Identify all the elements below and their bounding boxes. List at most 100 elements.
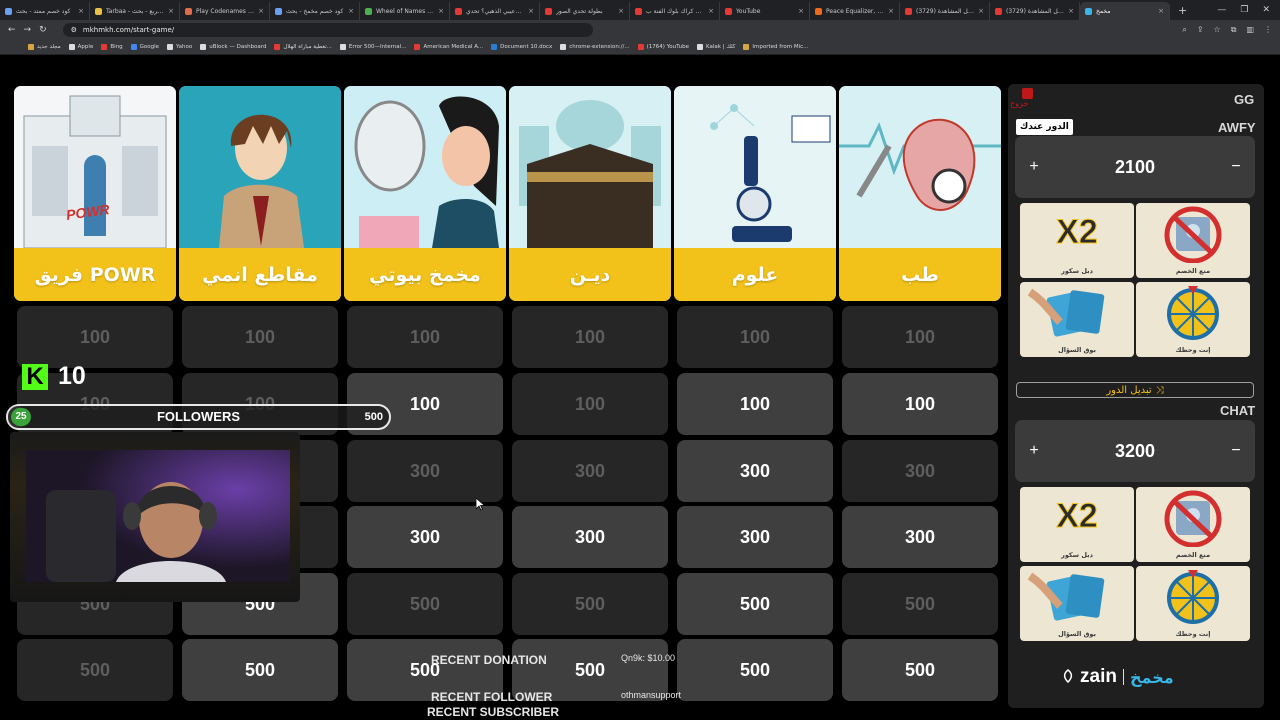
- team-1-score: 2100: [1114, 156, 1156, 177]
- browser-tab[interactable]: Tarbaa - لربع - بحث - Goo ×: [90, 2, 180, 20]
- minimize-icon[interactable]: —: [1217, 5, 1226, 15]
- tab-favicon-icon: [905, 7, 912, 15]
- browser-tab[interactable]: Peace Equalizer, interfa ×: [810, 2, 900, 20]
- swap-icon: ⤨: [1155, 384, 1164, 396]
- browser-tab[interactable]: YouTube ×: [720, 2, 810, 20]
- tab-close-icon[interactable]: ×: [1068, 7, 1074, 15]
- browser-tab[interactable]: (3729) سجل المشاهدة ×: [900, 2, 990, 20]
- tab-close-icon[interactable]: ×: [798, 7, 804, 15]
- sidebar-icon[interactable]: ▥: [1246, 25, 1254, 35]
- question-cell[interactable]: 100: [677, 373, 833, 435]
- zoom-icon[interactable]: ⌕: [1182, 25, 1186, 35]
- team-2-plus-button[interactable]: +: [1025, 442, 1043, 460]
- question-cell[interactable]: 500: [677, 639, 833, 701]
- power-x2-button[interactable]: X2 دبل سكور: [1020, 487, 1134, 562]
- browser-tab[interactable]: كود خصم ممتد - بحث ×: [0, 2, 90, 20]
- tab-close-icon[interactable]: ×: [618, 7, 624, 15]
- power-art-text: X2: [1056, 213, 1099, 252]
- bookmark-label: (1764) YouTube: [646, 43, 690, 50]
- tab-favicon-icon: [1085, 7, 1092, 15]
- browser-tab[interactable]: Play Codenames Online ×: [180, 2, 270, 20]
- maximize-icon[interactable]: ❐: [1240, 5, 1248, 15]
- question-cell[interactable]: 300: [677, 506, 833, 568]
- question-cell[interactable]: 300: [677, 440, 833, 502]
- bookmark-item[interactable]: uBlock — Dashboard: [200, 43, 267, 50]
- browser-tab[interactable]: مخمخ ×: [1080, 2, 1170, 20]
- swap-turn-label: تبديل الدور: [1106, 384, 1152, 396]
- power-block-button[interactable]: منع الخصم: [1136, 203, 1250, 278]
- mouse-cursor-icon: [475, 496, 486, 515]
- tab-close-icon[interactable]: ×: [258, 7, 264, 15]
- bookmark-item[interactable]: Google: [130, 43, 159, 50]
- browser-tab[interactable]: Wheel of Names | Rando ×: [360, 2, 450, 20]
- bookmark-star-icon[interactable]: ☆: [1214, 25, 1221, 35]
- bookmark-item[interactable]: Imported from Mic...: [743, 43, 808, 50]
- team-2-minus-button[interactable]: −: [1227, 442, 1245, 460]
- tab-close-icon[interactable]: ×: [978, 7, 984, 15]
- reload-icon[interactable]: ↻: [39, 25, 47, 35]
- tab-close-icon[interactable]: ×: [168, 7, 174, 15]
- question-cell[interactable]: 100: [842, 373, 998, 435]
- bookmark-label: Kalak | كلك: [706, 43, 736, 50]
- share-icon[interactable]: ⇪: [1197, 25, 1204, 35]
- browser-tab[interactable]: من هو لاعيبي الذهبي؟ تحدي ×: [450, 2, 540, 20]
- power-block-button[interactable]: منع الخصم: [1136, 487, 1250, 562]
- category-label: مخمخ بيوتي: [344, 248, 506, 301]
- team-1-plus-button[interactable]: +: [1025, 158, 1043, 176]
- sponsor-brand: zain مخمخ: [1062, 666, 1174, 688]
- power-steal-button[interactable]: بوق السؤال: [1020, 566, 1134, 641]
- tab-close-icon[interactable]: ×: [78, 7, 84, 15]
- question-cell: 100: [182, 306, 338, 368]
- bookmark-item[interactable]: Kalak | كلك: [697, 43, 736, 50]
- tab-close-icon[interactable]: ×: [348, 7, 354, 15]
- site-info-icon[interactable]: ⚙: [71, 26, 77, 34]
- browser-tab[interactable]: (3729) سجل المشاهدة ×: [990, 2, 1080, 20]
- tab-close-icon[interactable]: ×: [528, 7, 534, 15]
- bookmark-label: uBlock — Dashboard: [209, 43, 267, 50]
- app-root: كود خصم ممتد - بحث × Tarbaa - لربع - بحث -…: [0, 0, 1280, 720]
- bookmark-favicon-icon: [414, 43, 421, 50]
- tab-close-icon[interactable]: ×: [708, 7, 714, 15]
- close-window-icon[interactable]: ✕: [1262, 5, 1270, 15]
- power-label: منع الخصم: [1175, 551, 1211, 559]
- bookmark-item[interactable]: American Medical A...: [414, 43, 483, 50]
- question-cell: 500: [842, 573, 998, 635]
- browser-tab[interactable]: كود خصم مخمخ - بحث ×: [270, 2, 360, 20]
- bookmark-item[interactable]: Document 10.docx: [491, 43, 552, 50]
- bookmark-item[interactable]: Bing: [101, 43, 123, 50]
- browser-tab[interactable]: مانيل كراك بلوك الفنة ب ×: [630, 2, 720, 20]
- tab-close-icon[interactable]: ×: [888, 7, 894, 15]
- address-bar[interactable]: ⚙ mkhmkh.com/start-game/: [62, 22, 593, 37]
- power-luck-button[interactable]: إنت وحظك: [1136, 566, 1250, 641]
- browser-tab[interactable]: بطولة تحدي الصور ×: [540, 2, 630, 20]
- question-cell[interactable]: 300: [842, 506, 998, 568]
- bookmark-item[interactable]: (1764) YouTube: [637, 43, 690, 50]
- bookmark-label: Bing: [110, 43, 123, 50]
- menu-icon[interactable]: ⋮: [1264, 25, 1272, 35]
- power-luck-button[interactable]: إنت وحظك: [1136, 282, 1250, 357]
- tab-title: (3729) سجل المشاهدة: [916, 7, 975, 15]
- bookmark-item[interactable]: Yahoo: [167, 43, 192, 50]
- power-steal-button[interactable]: بوق السؤال: [1020, 282, 1134, 357]
- team-1-minus-button[interactable]: −: [1227, 158, 1245, 176]
- bookmark-item[interactable]: chrome-extension://...: [560, 43, 630, 50]
- question-cell[interactable]: 300: [512, 506, 668, 568]
- tab-close-icon[interactable]: ×: [438, 7, 444, 15]
- tab-close-icon[interactable]: ×: [1158, 7, 1164, 15]
- forward-icon[interactable]: →: [24, 25, 32, 35]
- swap-turn-button[interactable]: تبديل الدور ⤨: [1016, 382, 1254, 398]
- question-cell[interactable]: 300: [347, 506, 503, 568]
- power-x2-button[interactable]: X2 دبل سكور: [1020, 203, 1134, 278]
- question-cell[interactable]: 500: [182, 639, 338, 701]
- bookmark-item[interactable]: Apple: [68, 43, 93, 50]
- bookmarks-bar: مجلد جديد Apple Bing Google Yahoo uBlock — Da…: [0, 39, 1280, 55]
- back-icon[interactable]: ←: [8, 25, 16, 35]
- bookmark-item[interactable]: مجلد جديد: [28, 43, 61, 50]
- question-cell[interactable]: 500: [677, 573, 833, 635]
- extensions-icon[interactable]: ⧉: [1231, 25, 1237, 35]
- exit-button[interactable]: خروج: [1010, 88, 1042, 108]
- question-cell[interactable]: 500: [842, 639, 998, 701]
- new-tab-button[interactable]: +: [1170, 4, 1195, 17]
- bookmark-item[interactable]: تغطية مباراة الهلال...: [274, 43, 332, 50]
- bookmark-item[interactable]: Error 500—Internal...: [339, 43, 406, 50]
